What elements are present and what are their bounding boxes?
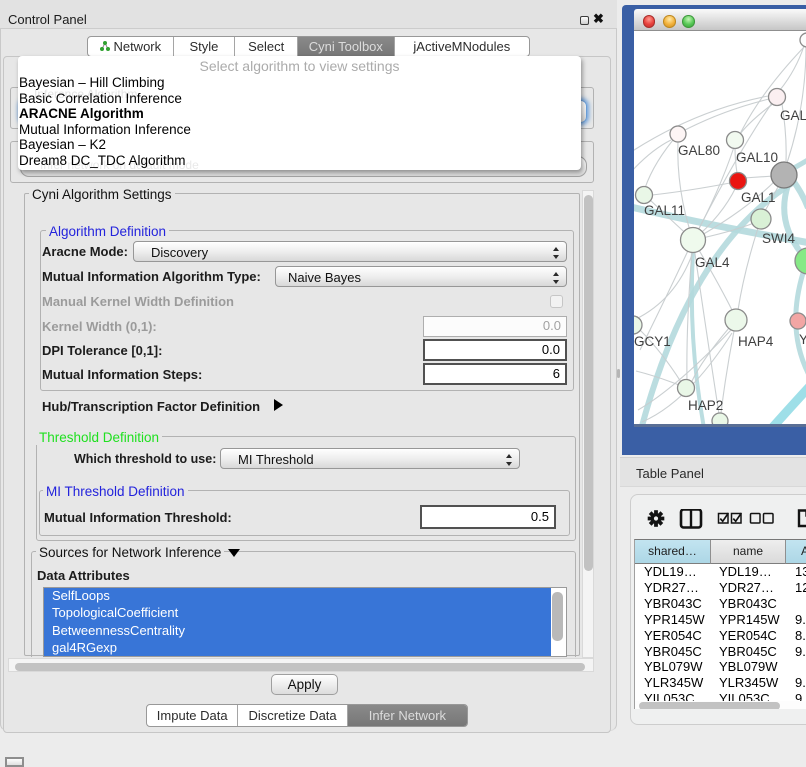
svg-text:GAL7: GAL7 xyxy=(780,108,806,123)
svg-text:HAP4: HAP4 xyxy=(738,334,774,349)
svg-text:HAP2: HAP2 xyxy=(688,398,723,413)
svg-text:GAL11: GAL11 xyxy=(644,203,685,218)
svg-text:GAL10: GAL10 xyxy=(736,150,778,165)
svg-text:GCY1: GCY1 xyxy=(634,334,671,349)
svg-text:Y: Y xyxy=(799,332,806,347)
svg-text:GAL1: GAL1 xyxy=(741,190,776,205)
svg-text:GAL4: GAL4 xyxy=(695,255,730,270)
svg-text:SWI4: SWI4 xyxy=(762,231,795,246)
svg-text:GAL80: GAL80 xyxy=(678,143,720,158)
